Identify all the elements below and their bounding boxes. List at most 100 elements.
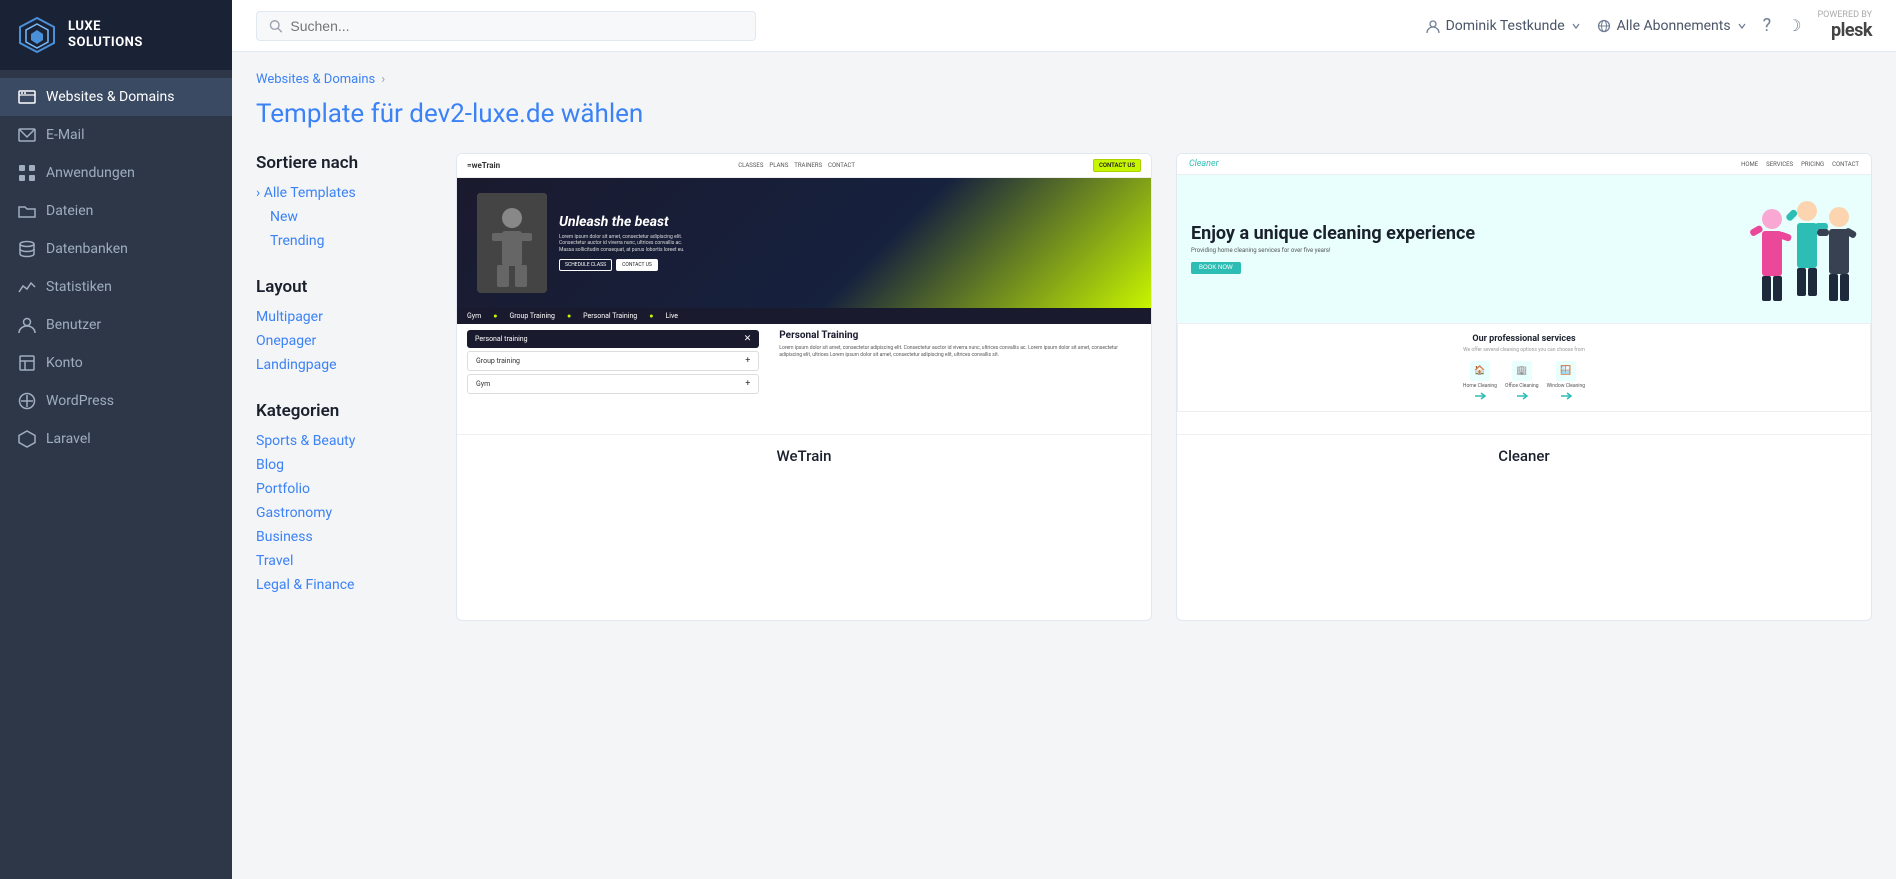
sidebar-label-account: Konto [46, 355, 83, 371]
cleaner-services-sub: We offer several cleaning options you ca… [1190, 347, 1858, 353]
header-right: Dominik Testkunde Alle Abonnements ? ☽ P… [1426, 10, 1872, 41]
user-menu[interactable]: Dominik Testkunde [1426, 18, 1581, 34]
wetrain-hero: Unleash the beast Lorem ipsum dolor sit … [457, 178, 1151, 308]
cleaner-hero-text: Enjoy a unique cleaning experience Provi… [1191, 224, 1747, 275]
breadcrumb-websites[interactable]: Websites & Domains [256, 72, 375, 87]
filter-gastronomy[interactable]: Gastronomy [256, 505, 432, 521]
wetrain-hero-title: Unleash the beast [559, 215, 689, 230]
filter-new[interactable]: New [256, 209, 432, 225]
sidebar-item-files[interactable]: Dateien [0, 192, 232, 230]
wetrain-accordion-gym: Gym + [467, 374, 759, 394]
plesk-powered-by: POWERED BY [1817, 10, 1872, 20]
sidebar-item-account[interactable]: Konto [0, 344, 232, 382]
sidebar-label-applications: Anwendungen [46, 165, 135, 181]
wetrain-plus-icon-gym: + [745, 379, 750, 389]
sidebar-item-statistics[interactable]: Statistiken [0, 268, 232, 306]
sidebar-item-databases[interactable]: Datenbanken [0, 230, 232, 268]
wetrain-nav-links: CLASSES PLANS TRAINERS CONTACT [738, 162, 855, 169]
user-name: Dominik Testkunde [1446, 18, 1565, 34]
cleaner-nav-services: SERVICES [1766, 161, 1793, 168]
sidebar-navigation: Websites & Domains E-Mail Anwendungen Da… [0, 70, 232, 466]
help-icon[interactable]: ? [1763, 15, 1772, 36]
filter-travel[interactable]: Travel [256, 553, 432, 569]
template-grid: =weTrain CLASSES PLANS TRAINERS CONTACT … [456, 153, 1872, 621]
cleaner-nav-contact: CONTACT [1832, 161, 1859, 168]
arrow-right-icon-home [1473, 391, 1487, 401]
theme-toggle-icon[interactable]: ☽ [1787, 16, 1801, 35]
search-bar[interactable] [256, 11, 756, 41]
plesk-logo: POWERED BY plesk [1817, 10, 1872, 41]
wetrain-accordion: Personal training ✕ Group training + Gym [457, 324, 769, 403]
filter-all-templates[interactable]: › Alle Templates [256, 185, 432, 201]
cleaning-people-illustration [1747, 189, 1857, 309]
cleaner-service-home: 🏠 Home Cleaning [1463, 361, 1497, 401]
cleaner-template-name: Cleaner [1177, 434, 1871, 477]
cleaner-preview-inner: Cleaner HOME SERVICES PRICING CONTACT [1177, 154, 1871, 434]
filter-portfolio[interactable]: Portfolio [256, 481, 432, 497]
filter-multipager[interactable]: Multipager [256, 309, 432, 325]
office-cleaning-icon: 🏢 [1512, 361, 1532, 381]
filter-landingpage[interactable]: Landingpage [256, 357, 432, 373]
building-icon [18, 354, 36, 372]
categories-title: Kategorien [256, 401, 432, 421]
template-card-wetrain[interactable]: =weTrain CLASSES PLANS TRAINERS CONTACT … [456, 153, 1152, 621]
sidebar: LUXE SOLUTIONS Websites & Domains E-Mail… [0, 0, 232, 879]
envelope-icon [18, 126, 36, 144]
wetrain-nav-plans: PLANS [769, 162, 788, 169]
cleaner-hero-sub: Providing home cleaning services for ove… [1191, 247, 1747, 254]
wetrain-nav-contact: CONTACT [828, 162, 855, 169]
template-card-cleaner[interactable]: Cleaner HOME SERVICES PRICING CONTACT [1176, 153, 1872, 621]
sidebar-label-users: Benutzer [46, 317, 101, 333]
wetrain-right-title: Personal Training [779, 330, 1141, 341]
wetrain-ticker-dot1: ● [493, 312, 497, 320]
cleaner-hero-image [1747, 189, 1857, 309]
filter-legal-finance[interactable]: Legal & Finance [256, 577, 432, 593]
cleaner-services-grid: 🏠 Home Cleaning 🏢 Office Cleaning [1190, 361, 1858, 401]
wetrain-ticker-dot3: ● [649, 312, 653, 320]
cleaner-hero: Enjoy a unique cleaning experience Provi… [1177, 175, 1871, 323]
filter-trending[interactable]: Trending [256, 233, 432, 249]
cleaner-home-label: Home Cleaning [1463, 383, 1497, 389]
cleaner-book-btn[interactable]: BOOK NOW [1191, 262, 1241, 274]
cleaner-preview: Cleaner HOME SERVICES PRICING CONTACT [1177, 154, 1871, 434]
search-input[interactable] [290, 18, 743, 34]
cleaner-window-label: Window Cleaning [1547, 383, 1585, 389]
page-title: Template für dev2-luxe.de wählen [256, 99, 1872, 129]
wetrain-ticker: Gym ● Group Training ● Personal Training… [457, 308, 1151, 324]
subscription-label: Alle Abonnements [1617, 18, 1731, 34]
wetrain-plus-icon-group: + [745, 356, 750, 366]
wetrain-logo: =weTrain [467, 161, 500, 170]
subscription-menu[interactable]: Alle Abonnements [1597, 18, 1747, 34]
sidebar-logo-text: LUXE SOLUTIONS [68, 19, 143, 50]
filter-business[interactable]: Business [256, 529, 432, 545]
database-icon [18, 240, 36, 258]
sidebar-item-email[interactable]: E-Mail [0, 116, 232, 154]
sort-title: Sortiere nach [256, 153, 432, 173]
globe-icon [18, 88, 36, 106]
template-layout: Sortiere nach › Alle Templates New Trend… [256, 153, 1872, 621]
header: Dominik Testkunde Alle Abonnements ? ☽ P… [232, 0, 1896, 52]
sidebar-item-wordpress[interactable]: WordPress [0, 382, 232, 420]
wetrain-ticker-live: Live [665, 312, 678, 320]
sidebar-label-statistics: Statistiken [46, 279, 112, 295]
cleaner-logo: Cleaner [1189, 159, 1219, 169]
breadcrumb: Websites & Domains › [256, 72, 1872, 87]
sidebar-item-laravel[interactable]: Laravel [0, 420, 232, 458]
filter-onepager[interactable]: Onepager [256, 333, 432, 349]
sidebar-item-applications[interactable]: Anwendungen [0, 154, 232, 192]
cleaner-nav-pricing: PRICING [1801, 161, 1824, 168]
page-title-domain: dev2-luxe.de [409, 99, 554, 129]
grid-icon [18, 164, 36, 182]
filter-panel: Sortiere nach › Alle Templates New Trend… [256, 153, 456, 621]
sidebar-item-users[interactable]: Benutzer [0, 306, 232, 344]
filter-blog[interactable]: Blog [256, 457, 432, 473]
sidebar-item-websites[interactable]: Websites & Domains [0, 78, 232, 116]
sidebar-label-wordpress: WordPress [46, 393, 114, 409]
filter-sports-beauty[interactable]: Sports & Beauty [256, 433, 432, 449]
cleaner-nav-home: HOME [1741, 161, 1758, 168]
wetrain-hero-buttons: SCHEDULE CLASS CONTACT US [559, 259, 689, 271]
wetrain-hero-image [477, 193, 547, 293]
sidebar-label-databases: Datenbanken [46, 241, 128, 257]
logo-icon [16, 14, 58, 56]
user-avatar-icon [1426, 19, 1440, 33]
